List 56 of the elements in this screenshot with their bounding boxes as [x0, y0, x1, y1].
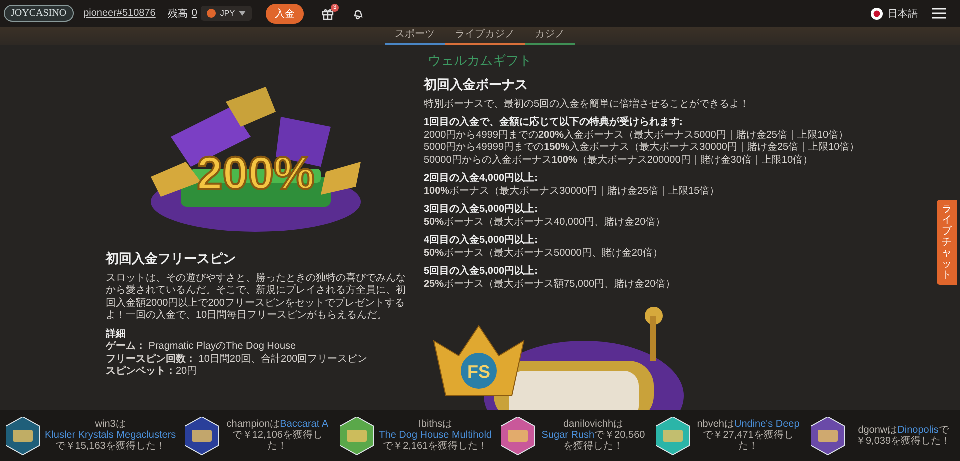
game-thumbnail[interactable]: [501, 416, 535, 454]
description-text: スロットは、その遊びやすさと、勝ったときの独特の喜びでみんなから愛されているんだ。そこで、新規にプレイされる方全員に、初回入金額2000円以上で200フリースピンをセットでプレゼントするよ！一回の入金で、10日間毎日フリースピンがもらえるんだ。: [106, 272, 406, 322]
bonus-heading: 5回目の入金5,000円以上:: [424, 266, 539, 278]
username-link[interactable]: pioneer#510876: [84, 8, 156, 19]
detail-line: フリースピン回数： 10日間20回、合計200回フリースピン: [106, 354, 369, 366]
winner-text: dgonwはDinopolisで￥9,039を獲得した！: [854, 424, 952, 446]
flag-icon[interactable]: [871, 8, 883, 20]
intro-text: 特別ボーナスで、最初の5回の入金を簡単に倍増させることができるよ！: [424, 98, 751, 111]
bonus-detail: 100%ボーナス（最大ボーナス30000円｜賭け金25倍｜上限15倍）: [424, 186, 721, 198]
game-link[interactable]: Klusler Krystals Megaclusters: [45, 430, 176, 441]
live-chat-tab[interactable]: ライブチャット: [937, 200, 957, 285]
bonus-heading: 2回目の入金4,000円以上:: [424, 173, 539, 186]
site-logo[interactable]: JOYCASINO: [4, 5, 74, 22]
winner-text: Ibithsは The Dog House Multihold で￥2,161を獲得した！: [379, 419, 492, 452]
coin-icon: [207, 9, 216, 18]
winner-text: win3は Klusler Krystals Megaclusters で￥15,163を獲得した！: [45, 419, 176, 452]
bonus-detail: 5000円から49999円までの150%入金ボーナス（最大ボーナス30000円｜賭け金25倍｜上限10倍）: [424, 142, 861, 154]
language-label[interactable]: 日本語: [888, 6, 918, 20]
game-link[interactable]: Dinopolis: [898, 424, 939, 436]
game-link[interactable]: Undine's Deep: [734, 419, 800, 430]
bonus-detail: 50%ボーナス（最大ボーナス50000円、賭け金20倍）: [424, 248, 664, 260]
page-title: ウェルカムギフト: [428, 53, 532, 70]
winner-text: danilovichhは Sugar Rushで￥20,560を獲得した！: [540, 419, 646, 452]
detail-line: ゲーム： Pragmatic PlayのThe Dog House: [106, 341, 298, 354]
game-thumbnail[interactable]: [340, 416, 374, 454]
menu-icon[interactable]: [932, 8, 946, 19]
detail-line: スピンベット：20円: [106, 366, 198, 378]
details-heading: 詳細: [106, 328, 127, 341]
game-thumbnail[interactable]: [185, 416, 220, 454]
bonus-detail: 25%ボーナス（最大ボーナス額75,000円、賭け金20倍）: [424, 278, 677, 291]
game-link[interactable]: Sugar Rush: [542, 430, 595, 441]
bell-icon[interactable]: [352, 8, 364, 20]
game-link[interactable]: Baccarat A: [280, 419, 329, 430]
nav-tab[interactable]: スポーツ: [385, 27, 445, 45]
bonus-heading: 1回目の入金で、金額に応じて以下の特典が受けられます:: [424, 117, 684, 130]
currency-select[interactable]: JPY: [201, 6, 252, 21]
game-link[interactable]: The Dog House Multihold: [379, 430, 492, 441]
bonus-detail: 50%ボーナス（最大ボーナス40,000円、賭け金20倍）: [424, 216, 667, 229]
bonus-heading: 4回目の入金5,000円以上:: [424, 235, 539, 248]
bonus-detail: 2000円から4999円までの200%入金ボーナス（最大ボーナス5000円｜賭け金25倍｜上限10倍）: [424, 130, 850, 142]
gift-icon[interactable]: [322, 8, 334, 20]
balance-label: 残高: [168, 8, 188, 20]
caret-icon: [239, 11, 246, 16]
deposit-button[interactable]: 入金: [266, 4, 304, 24]
winner-text: championはBaccarat A で￥12,106を獲得した！: [226, 419, 330, 452]
nav-tab[interactable]: ライブカジノ: [445, 27, 525, 45]
bonus-detail: 50000円からの入金ボーナス100%（最大ボーナス200000円｜賭け金30倍｜上限10倍）: [424, 154, 814, 167]
section-title: 初回入金ボーナス: [424, 77, 529, 94]
game-thumbnail[interactable]: [656, 416, 690, 454]
game-thumbnail[interactable]: [811, 416, 845, 454]
section-title: 初回入金フリースピン: [106, 251, 237, 268]
bonus-heading: 3回目の入金5,000円以上:: [424, 204, 539, 216]
winner-text: nbvehはUndine's Deep で￥27,471を獲得した！: [696, 419, 801, 452]
balance-value: 0: [192, 8, 198, 19]
game-thumbnail[interactable]: [6, 416, 40, 454]
nav-tab[interactable]: カジノ: [525, 27, 575, 45]
